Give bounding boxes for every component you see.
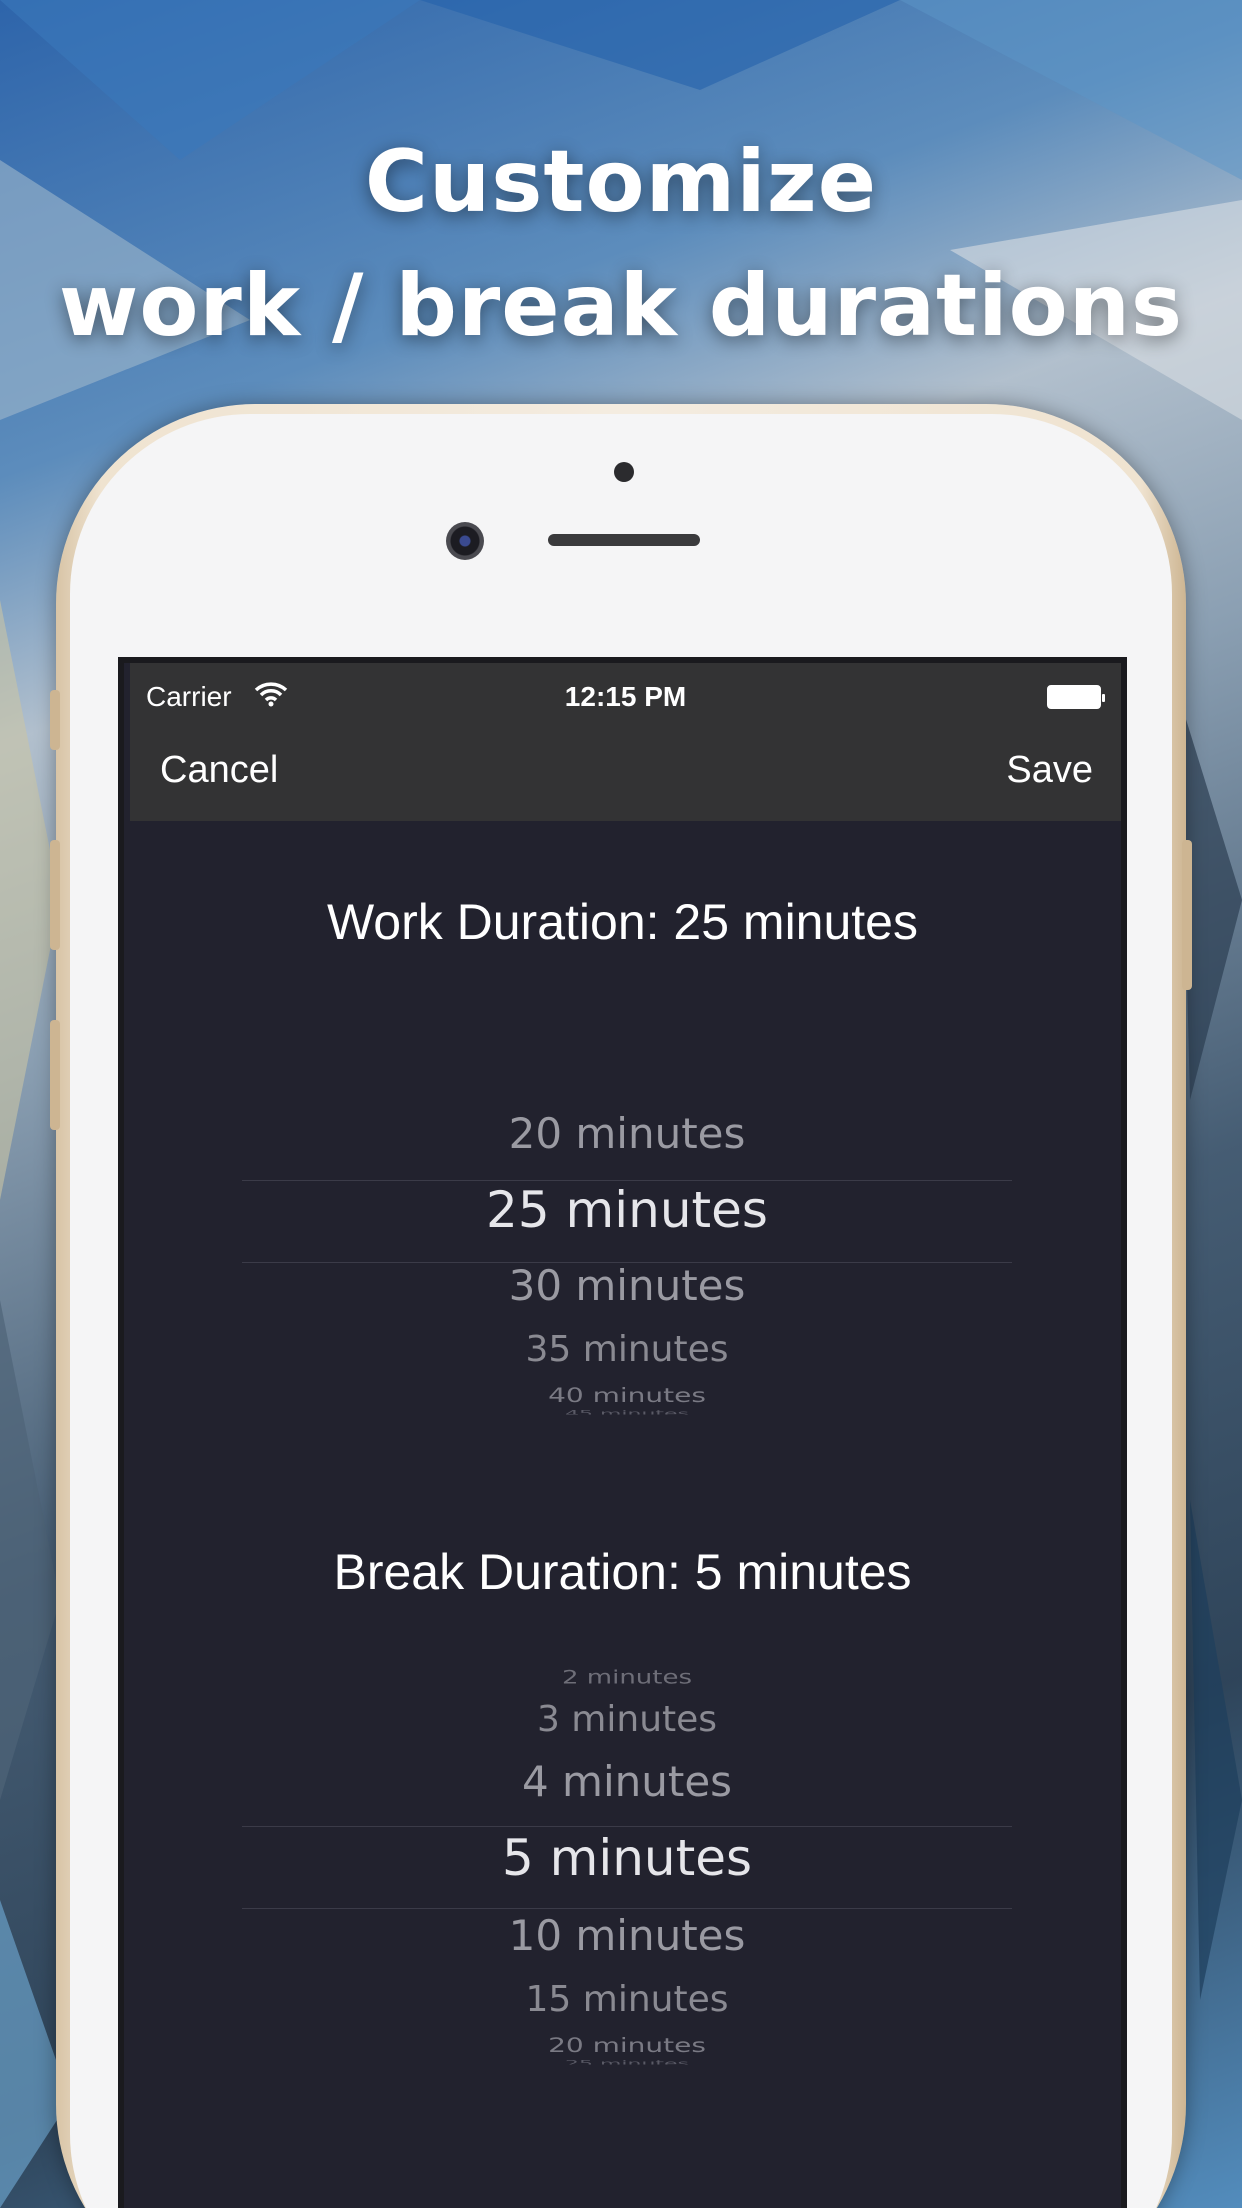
save-button[interactable]: Save [1006,749,1093,792]
work-duration-picker[interactable]: 20 minutes 25 minutes 30 minutes 35 minu… [242,1093,1012,1423]
proximity-sensor-icon [614,462,634,482]
work-duration-title: Work Duration: 25 minutes [327,894,918,950]
break-option[interactable]: 15 minutes [242,1979,1012,2020]
break-option[interactable]: 4 minutes [242,1757,1012,1806]
break-option[interactable]: 20 minutes [242,2034,1012,2057]
picker-selection-line [242,1826,1012,1827]
break-duration-picker[interactable]: 2 minutes 3 minutes 4 minutes 5 minutes … [242,1663,1012,2083]
break-option[interactable]: 10 minutes [242,1911,1012,1960]
work-option[interactable]: 20 minutes [242,1109,1012,1158]
work-option[interactable]: 35 minutes [242,1329,1012,1370]
break-duration-title: Break Duration: 5 minutes [333,1544,912,1600]
picker-selection-line [242,1908,1012,1909]
work-option[interactable]: 45 minutes [242,1410,1012,1415]
work-option[interactable]: 30 minutes [242,1261,1012,1310]
headline-line-1: Customize [364,132,878,232]
break-option[interactable]: 3 minutes [242,1699,1012,1740]
work-option[interactable]: 40 minutes [242,1384,1012,1407]
side-button-mute [50,690,60,750]
cancel-button[interactable]: Cancel [160,749,278,792]
app-screen: Carrier 12:15 PM Cancel Save Work Durati… [118,657,1127,2208]
side-button-power [1182,840,1192,990]
break-option-selected[interactable]: 5 minutes [242,1829,1012,1887]
work-option-selected[interactable]: 25 minutes [242,1181,1012,1239]
front-camera-icon [446,522,484,560]
side-button-volume-down [50,1020,60,1130]
status-time: 12:15 PM [564,681,687,712]
headline: Customize work / break durations [0,120,1242,368]
battery-icon [1047,685,1105,709]
status-bar: Carrier 12:15 PM [130,681,1121,721]
headline-line-2: work / break durations [58,256,1184,356]
side-button-volume-up [50,840,60,950]
navigation-bar: Carrier 12:15 PM Cancel Save [130,663,1121,821]
speaker-icon [548,534,700,546]
break-option[interactable]: 2 minutes [242,1668,1012,1689]
break-option[interactable]: 25 minutes [242,2060,1012,2065]
